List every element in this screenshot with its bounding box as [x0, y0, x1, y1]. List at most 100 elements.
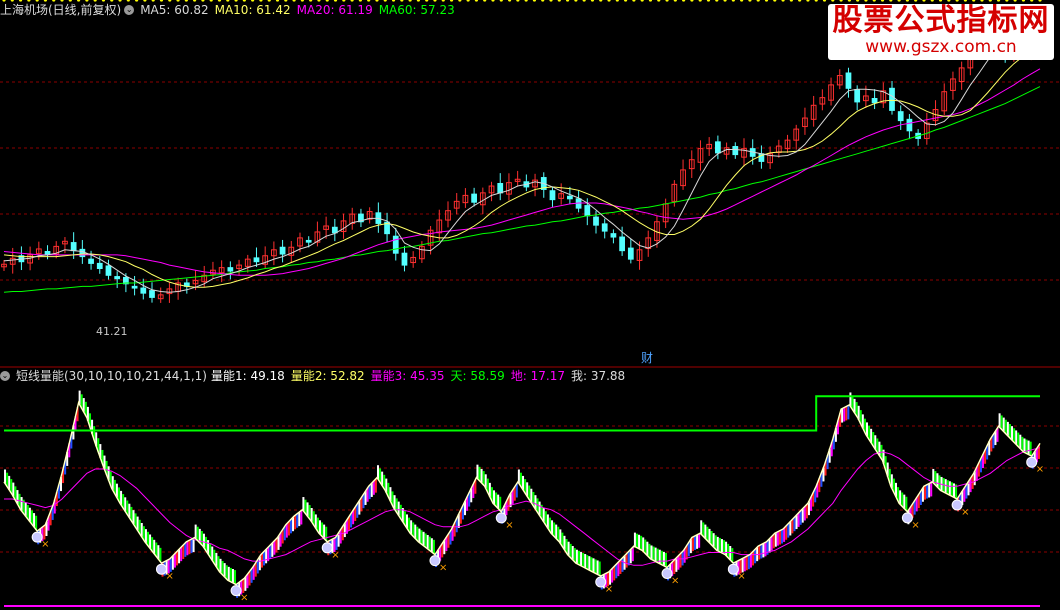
wo-dot [1005, 0, 1009, 2]
cross-signal-icon: × [165, 571, 173, 582]
candle-body [584, 205, 591, 217]
candle-body [79, 248, 86, 258]
wo-dot [781, 0, 785, 2]
price-annotations: 41.21 财 [96, 325, 653, 365]
wo-dot [748, 0, 752, 2]
wo-dot [988, 0, 992, 2]
wo-dot [607, 0, 611, 2]
cross-signal-icon: × [911, 520, 919, 531]
wo-dot [764, 0, 769, 2]
watermark-title: 股票公式指标网 [832, 3, 1050, 38]
wo-dot [839, 0, 843, 2]
wo-dot [980, 0, 984, 2]
candle-body [871, 98, 878, 104]
candle-body [305, 239, 312, 243]
wo-dot [483, 0, 487, 2]
candle-body [279, 246, 286, 255]
candle-body [331, 226, 338, 234]
cross-signal-icon: × [439, 563, 447, 574]
candle-body [44, 251, 51, 255]
wo-dot [557, 0, 561, 2]
wo-dot [880, 0, 885, 2]
wo-dot [516, 0, 520, 2]
wo-dot [972, 0, 976, 2]
energy2-label: 量能2: 52.82 [290, 369, 365, 383]
wo-dot [1030, 0, 1034, 2]
ma20-label: MA20: 61.19 [296, 3, 373, 17]
wo-dot [847, 0, 851, 2]
price-panel-header: 上海机场(日线,前复权) ⌄ MA5: 60.82 MA10: 61.42 MA… [0, 0, 461, 20]
indicator-panel-header: ⌄ 短线量能(30,10,10,10,21,44,1,1) 量能1: 49.18… [0, 366, 631, 386]
wo-dot [955, 0, 959, 2]
watermark-url: www.gszx.com.cn [865, 37, 1017, 57]
cross-signal-icon: × [331, 550, 339, 561]
chart-canvas: 41.21 财 × × × × × × × × × × × × [0, 0, 1060, 607]
ma10-line [3, 50, 1041, 288]
candle-body [567, 195, 573, 200]
wo-dot [731, 0, 735, 2]
wo-dot [872, 0, 876, 2]
wo-dot [822, 0, 827, 2]
wo-dot [814, 0, 818, 2]
wo-dot [582, 0, 586, 2]
wo-dot [599, 0, 603, 2]
candle-body [601, 223, 608, 232]
wo-dot [565, 0, 570, 2]
wo-dot [532, 0, 537, 2]
wo-dot [624, 0, 628, 2]
cross-signal-icon: × [605, 584, 613, 595]
wo-dot [665, 0, 669, 2]
candle-body [897, 111, 904, 122]
wo-dot [474, 0, 479, 2]
wo-dot [789, 0, 793, 2]
candle-body [392, 235, 399, 254]
candle-body [253, 257, 260, 263]
wo-dot [549, 0, 553, 2]
wo-dot [914, 0, 918, 2]
wo-dot [466, 0, 470, 2]
price-lines [3, 46, 1041, 293]
candle-body [549, 190, 556, 201]
wo-dot [541, 0, 545, 2]
energy1-label: 量能1: 49.18 [210, 369, 285, 383]
candle-body [610, 233, 617, 238]
candle-body [732, 146, 739, 156]
wo-dot [499, 0, 503, 2]
wo-dot [947, 0, 951, 2]
settings-toggle-icon[interactable]: ⌄ [0, 371, 10, 381]
wo-dot [491, 0, 495, 2]
wo-dot [640, 0, 644, 2]
candle-body [401, 252, 408, 266]
cross-signal-icon: × [737, 571, 745, 582]
wo-dot [1038, 0, 1042, 2]
candle-body [131, 285, 138, 289]
candle-body [627, 247, 634, 260]
wo-dot [632, 0, 636, 2]
candle-body [227, 267, 234, 272]
wo-dot [996, 0, 1001, 2]
wo-dot [1013, 0, 1017, 2]
candle-body [149, 290, 155, 298]
wo-dot [740, 0, 744, 2]
wo-dot [698, 0, 702, 2]
wo-dot [723, 0, 727, 2]
candle-body [88, 258, 94, 264]
candle-body [497, 183, 504, 194]
candle-body [96, 262, 103, 269]
cross-signal-icon: × [961, 507, 969, 518]
cross-signal-icon: × [1036, 464, 1044, 475]
ma60-line [3, 86, 1041, 293]
wo-dot [507, 0, 512, 2]
wo-dot [930, 0, 934, 2]
wo-dot [905, 0, 909, 2]
cross-signal-icon: × [671, 575, 679, 586]
settings-toggle-icon[interactable]: ⌄ [124, 5, 135, 15]
event-marker-icon[interactable]: 财 [641, 351, 653, 365]
wo-dot [524, 0, 528, 2]
wo-dot [590, 0, 595, 2]
wo-dot [715, 0, 719, 2]
candle-body [593, 216, 599, 226]
cross-signal-icon: × [240, 593, 248, 604]
wo-dot [756, 0, 760, 2]
candle-body [105, 265, 112, 276]
